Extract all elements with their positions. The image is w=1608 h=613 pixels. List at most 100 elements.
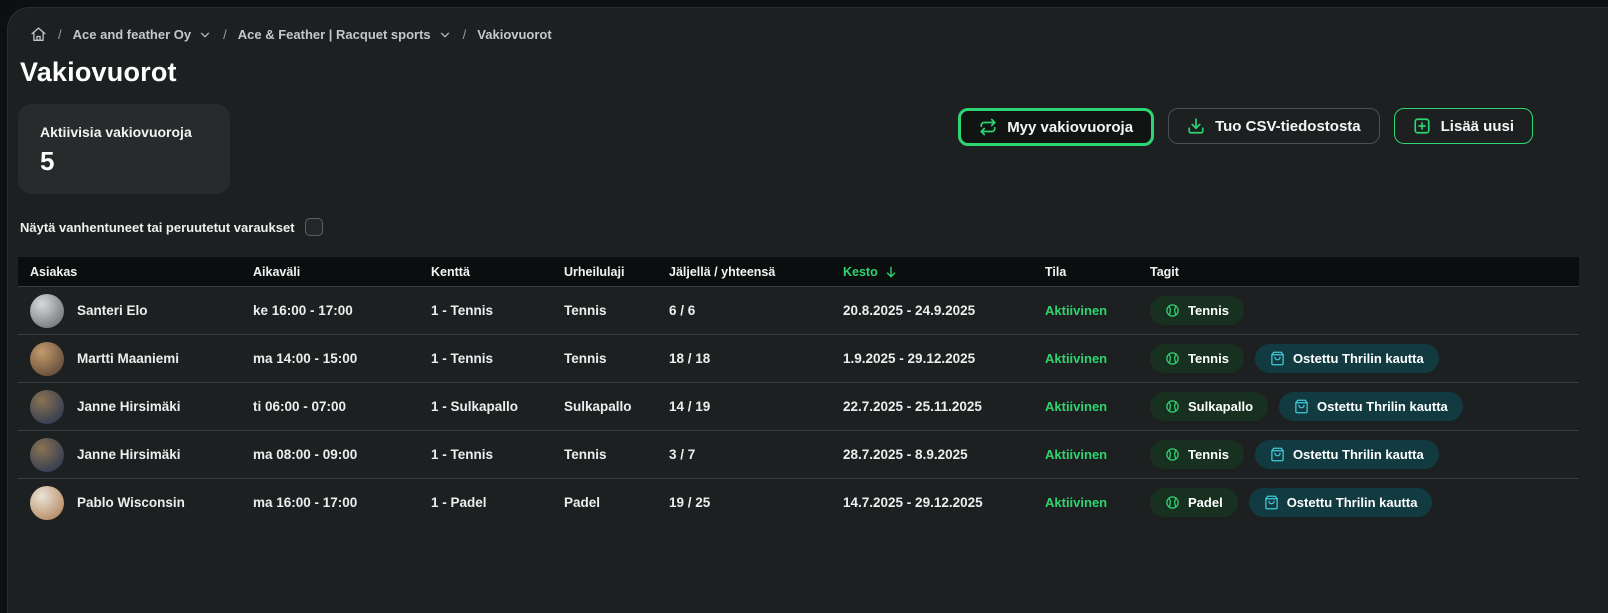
sport-cell: Tennis (564, 447, 669, 462)
court-cell: 1 - Sulkapallo (431, 399, 564, 414)
column-header-aikavali[interactable]: Aikaväli (253, 265, 431, 279)
customer-name: Santeri Elo (77, 303, 148, 318)
stat-value: 5 (40, 146, 208, 177)
main-panel: / Ace and feather Oy / Ace & Feather | R… (7, 7, 1608, 613)
tag-label: Tennis (1188, 351, 1229, 366)
remaining-cell: 19 / 25 (669, 495, 843, 510)
action-buttons: Myy vakiovuoroja Tuo CSV-tiedostosta Lis… (958, 108, 1533, 146)
customer-cell: Janne Hirsimäki (30, 438, 253, 472)
tennis-ball-icon (1165, 447, 1180, 462)
column-header-tila[interactable]: Tila (1045, 265, 1150, 279)
duration-cell: 20.8.2025 - 24.9.2025 (843, 303, 1045, 318)
shopping-bag-icon (1264, 495, 1279, 510)
show-expired-checkbox-label: Näytä vanhentuneet tai peruutetut varauk… (20, 220, 295, 235)
court-cell: 1 - Tennis (431, 351, 564, 366)
column-header-jaljella[interactable]: Jäljellä / yhteensä (669, 265, 843, 279)
active-stat-card: Aktiivisia vakiovuoroja 5 (18, 104, 230, 194)
sport-tag: Tennis (1150, 440, 1244, 469)
avatar (30, 390, 64, 424)
sort-arrow-down-icon (884, 265, 898, 279)
standing-shifts-table: Asiakas Aikaväli Kenttä Urheilulaji Jälj… (18, 257, 1579, 526)
column-header-urheilulaji[interactable]: Urheilulaji (564, 265, 669, 279)
duration-cell: 1.9.2025 - 29.12.2025 (843, 351, 1045, 366)
tags-cell: Tennis Ostettu Thrilin kautta (1150, 440, 1579, 469)
duration-cell: 22.7.2025 - 25.11.2025 (843, 399, 1045, 414)
table-header-row: Asiakas Aikaväli Kenttä Urheilulaji Jälj… (18, 257, 1579, 286)
column-header-asiakas[interactable]: Asiakas (30, 265, 253, 279)
column-header-kesto[interactable]: Kesto (843, 265, 1045, 279)
breadcrumb-separator: / (58, 27, 62, 42)
breadcrumb-separator: / (463, 27, 467, 42)
court-cell: 1 - Tennis (431, 447, 564, 462)
sport-tag: Tennis (1150, 296, 1244, 325)
shopping-bag-icon (1270, 447, 1285, 462)
customer-cell: Martti Maaniemi (30, 342, 253, 376)
duration-cell: 14.7.2025 - 29.12.2025 (843, 495, 1045, 510)
show-expired-checkbox[interactable] (305, 218, 323, 236)
customer-cell: Santeri Elo (30, 294, 253, 328)
timeslot-cell: ma 08:00 - 09:00 (253, 447, 431, 462)
tag-label: Sulkapallo (1188, 399, 1253, 414)
table-row[interactable]: Santeri Elo ke 16:00 - 17:00 1 - Tennis … (18, 286, 1579, 334)
avatar (30, 294, 64, 328)
breadcrumb-item-org[interactable]: Ace and feather Oy (73, 27, 213, 42)
breadcrumb-item-page: Vakiovuorot (477, 27, 551, 42)
shopping-bag-icon (1270, 351, 1285, 366)
customer-name: Janne Hirsimäki (77, 447, 181, 462)
table-row[interactable]: Pablo Wisconsin ma 16:00 - 17:00 1 - Pad… (18, 478, 1579, 526)
table-row[interactable]: Janne Hirsimäki ti 06:00 - 07:00 1 - Sul… (18, 382, 1579, 430)
status-badge: Aktiivinen (1045, 351, 1150, 366)
table-row[interactable]: Martti Maaniemi ma 14:00 - 15:00 1 - Ten… (18, 334, 1579, 382)
add-button-label: Lisää uusi (1441, 118, 1514, 135)
page-title: Vakiovuorot (20, 56, 1608, 88)
plus-square-icon (1413, 117, 1431, 135)
timeslot-cell: ke 16:00 - 17:00 (253, 303, 431, 318)
timeslot-cell: ma 16:00 - 17:00 (253, 495, 431, 510)
home-icon[interactable] (30, 26, 47, 43)
avatar (30, 342, 64, 376)
customer-cell: Pablo Wisconsin (30, 486, 253, 520)
remaining-cell: 3 / 7 (669, 447, 843, 462)
shopping-bag-icon (1294, 399, 1309, 414)
stat-label: Aktiivisia vakiovuoroja (40, 124, 208, 140)
purchase-tag: Ostettu Thrilin kautta (1255, 440, 1439, 469)
sport-cell: Sulkapallo (564, 399, 669, 414)
timeslot-cell: ma 14:00 - 15:00 (253, 351, 431, 366)
tags-cell: Padel Ostettu Thrilin kautta (1150, 488, 1579, 517)
remaining-cell: 18 / 18 (669, 351, 843, 366)
tags-cell: Tennis (1150, 296, 1579, 325)
customer-name: Pablo Wisconsin (77, 495, 185, 510)
avatar (30, 486, 64, 520)
tag-label: Ostettu Thrilin kautta (1293, 351, 1424, 366)
customer-name: Martti Maaniemi (77, 351, 179, 366)
import-csv-button[interactable]: Tuo CSV-tiedostosta (1168, 108, 1380, 144)
breadcrumb: / Ace and feather Oy / Ace & Feather | R… (30, 26, 1608, 43)
court-cell: 1 - Tennis (431, 303, 564, 318)
tennis-ball-icon (1165, 399, 1180, 414)
status-badge: Aktiivinen (1045, 399, 1150, 414)
breadcrumb-separator: / (223, 27, 227, 42)
chevron-down-icon (198, 28, 212, 42)
breadcrumb-item-venue[interactable]: Ace & Feather | Racquet sports (238, 27, 452, 42)
court-cell: 1 - Padel (431, 495, 564, 510)
download-icon (1187, 117, 1205, 135)
sell-standing-shifts-button[interactable]: Myy vakiovuoroja (958, 108, 1154, 146)
sport-cell: Tennis (564, 303, 669, 318)
column-header-kentta[interactable]: Kenttä (431, 265, 564, 279)
repeat-icon (979, 118, 997, 136)
avatar (30, 438, 64, 472)
add-new-button[interactable]: Lisää uusi (1394, 108, 1533, 144)
column-header-tagit[interactable]: Tagit (1150, 265, 1579, 279)
sport-cell: Tennis (564, 351, 669, 366)
tag-label: Tennis (1188, 303, 1229, 318)
tag-label: Tennis (1188, 447, 1229, 462)
tags-cell: Tennis Ostettu Thrilin kautta (1150, 344, 1579, 373)
purchase-tag: Ostettu Thrilin kautta (1255, 344, 1439, 373)
sport-tag: Tennis (1150, 344, 1244, 373)
timeslot-cell: ti 06:00 - 07:00 (253, 399, 431, 414)
sell-button-label: Myy vakiovuoroja (1007, 119, 1133, 136)
table-body: Santeri Elo ke 16:00 - 17:00 1 - Tennis … (18, 286, 1579, 526)
chevron-down-icon (438, 28, 452, 42)
status-badge: Aktiivinen (1045, 303, 1150, 318)
table-row[interactable]: Janne Hirsimäki ma 08:00 - 09:00 1 - Ten… (18, 430, 1579, 478)
